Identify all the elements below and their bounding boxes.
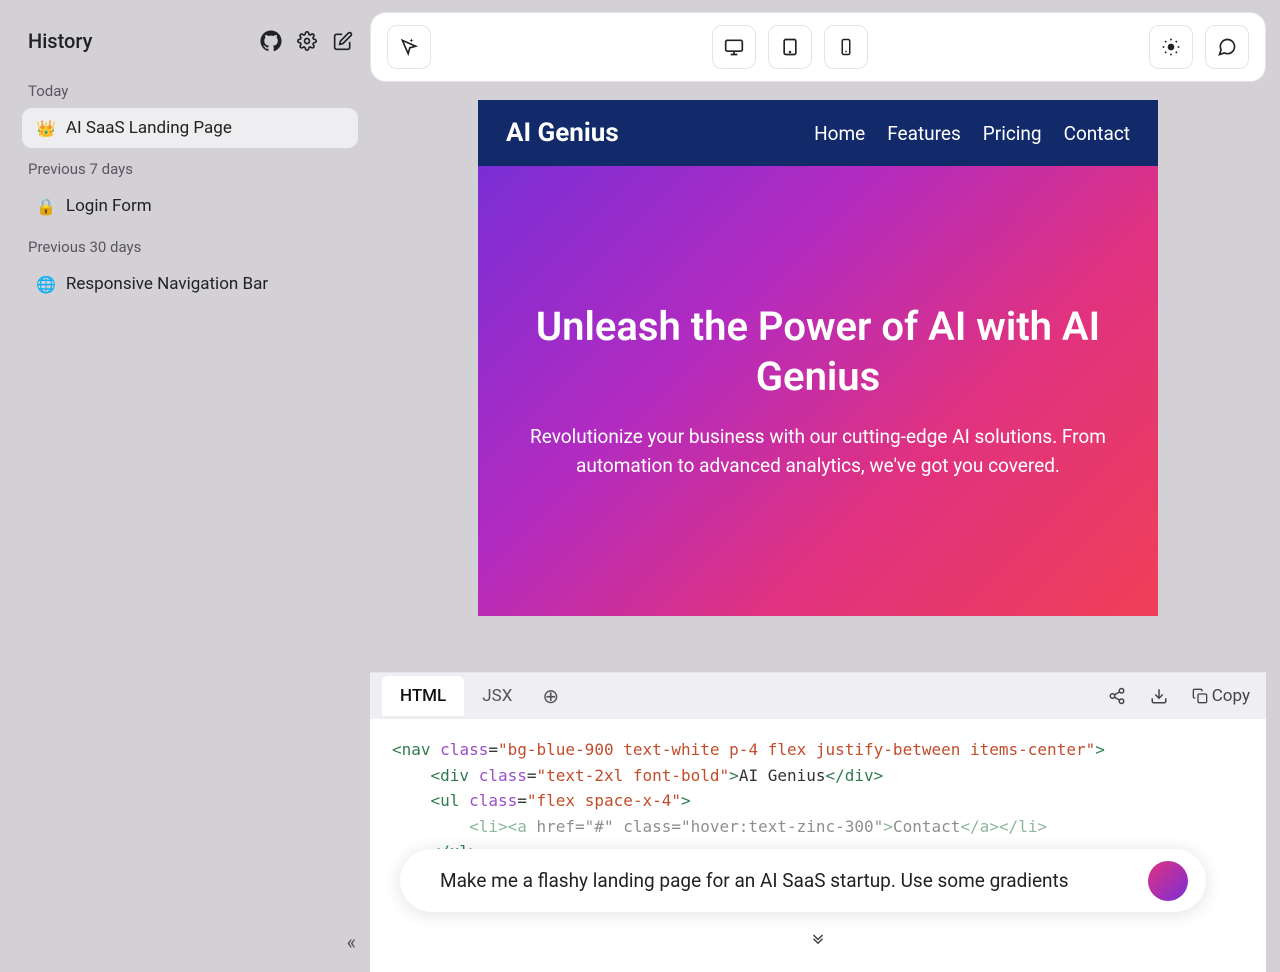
- add-tab-button[interactable]: ⊕: [530, 684, 571, 708]
- preview-toolbar: [370, 12, 1266, 82]
- preview-hero-title: Unleash the Power of AI with AI Genius: [508, 302, 1128, 402]
- mobile-viewport-button[interactable]: [824, 25, 868, 69]
- tab-html[interactable]: HTML: [382, 676, 464, 716]
- history-section-label: Previous 30 days: [18, 228, 362, 262]
- prompt-input[interactable]: Make me a flashy landing page for an AI …: [400, 849, 1206, 912]
- preview-area: AI Genius Home Features Pricing Contact …: [370, 100, 1266, 672]
- expand-code-panel-icon[interactable]: [809, 932, 827, 950]
- tablet-viewport-button[interactable]: [768, 25, 812, 69]
- sidebar-header: History: [18, 12, 362, 72]
- copy-button[interactable]: Copy: [1188, 682, 1254, 710]
- history-item[interactable]: 👑 AI SaaS Landing Page: [22, 108, 358, 148]
- history-item[interactable]: 🔒 Login Form: [22, 186, 358, 226]
- magic-cursor-button[interactable]: [387, 25, 431, 69]
- preview-nav-link[interactable]: Contact: [1064, 122, 1130, 145]
- history-item[interactable]: 🌐 Responsive Navigation Bar: [22, 264, 358, 304]
- preview-navbar: AI Genius Home Features Pricing Contact: [478, 100, 1158, 166]
- history-section-label: Previous 7 days: [18, 150, 362, 184]
- share-icon[interactable]: [1104, 683, 1130, 709]
- prompt-send-button[interactable]: [1148, 861, 1188, 901]
- download-icon[interactable]: [1146, 683, 1172, 709]
- preview-brand: AI Genius: [506, 118, 619, 148]
- preview-nav-link[interactable]: Features: [887, 122, 961, 145]
- desktop-viewport-button[interactable]: [712, 25, 756, 69]
- sidebar-icon-group: [258, 28, 356, 54]
- theme-toggle-button[interactable]: [1149, 25, 1193, 69]
- chat-toggle-button[interactable]: [1205, 25, 1249, 69]
- history-item-label: AI SaaS Landing Page: [66, 118, 232, 138]
- github-icon[interactable]: [258, 28, 284, 54]
- settings-gear-icon[interactable]: [294, 28, 320, 54]
- history-item-label: Login Form: [66, 196, 152, 216]
- edit-new-icon[interactable]: [330, 28, 356, 54]
- preview-hero: Unleash the Power of AI with AI Genius R…: [478, 166, 1158, 616]
- tab-jsx[interactable]: JSX: [464, 676, 530, 716]
- history-item-icon: 🌐: [36, 275, 56, 294]
- sidebar-title: History: [28, 29, 92, 53]
- preview-nav-link[interactable]: Pricing: [983, 122, 1042, 145]
- main-area: AI Genius Home Features Pricing Contact …: [370, 0, 1280, 972]
- preview-hero-subtitle: Revolutionize your business with our cut…: [508, 422, 1128, 481]
- preview-nav-links: Home Features Pricing Contact: [814, 122, 1130, 145]
- history-item-icon: 👑: [36, 119, 56, 138]
- history-item-label: Responsive Navigation Bar: [66, 274, 268, 294]
- sidebar: History Today 👑 AI SaaS Landing Page Previo…: [0, 0, 370, 972]
- code-tab-bar: HTML JSX ⊕ Copy: [370, 673, 1266, 719]
- history-item-icon: 🔒: [36, 197, 56, 216]
- preview-nav-link[interactable]: Home: [814, 122, 865, 145]
- prompt-text: Make me a flashy landing page for an AI …: [440, 869, 1069, 892]
- collapse-sidebar-icon[interactable]: «: [347, 930, 356, 954]
- history-section-label: Today: [18, 72, 362, 106]
- preview-frame: AI Genius Home Features Pricing Contact …: [478, 100, 1158, 616]
- copy-label: Copy: [1212, 686, 1250, 706]
- code-panel: HTML JSX ⊕ Copy <nav class="bg-blue: [370, 672, 1266, 972]
